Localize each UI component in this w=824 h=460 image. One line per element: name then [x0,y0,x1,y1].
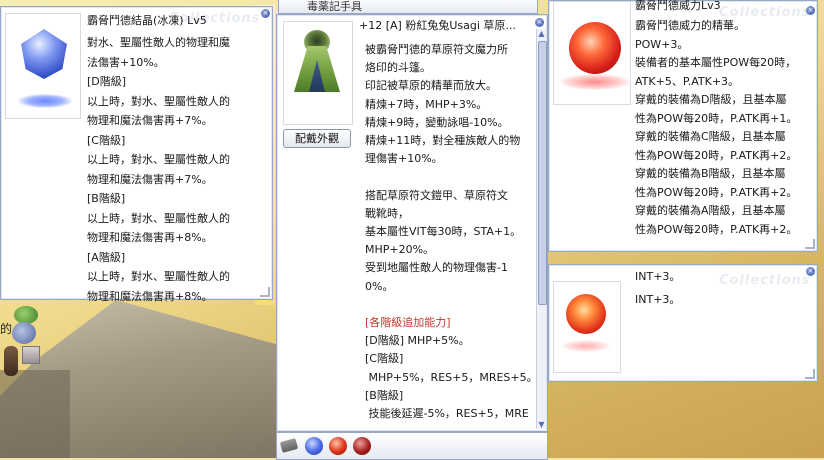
close-icon[interactable]: × [535,18,544,27]
npc-label: 的 [0,322,13,336]
item-title: 霸脅鬥德威力Lv3 [635,0,721,12]
description-line: 穿戴的裝備為D階級，且基本屬 [635,93,787,106]
red-orb-slot-icon[interactable] [329,437,347,455]
item-image-frame [5,13,81,119]
item-title: 霸脅鬥德結晶(冰凍) Lv5 [87,14,207,27]
top-window-strip: 毒薬記手具 [278,0,538,14]
npc-figure [4,346,18,376]
description-line: 0%。 [365,279,394,293]
description-line: 技能後延遲-5%，RES+5，MRE [365,407,529,420]
scroll-up-icon[interactable]: ▲ [537,29,546,38]
item-tooltip-crystal: Collections 霸脅鬥德結晶(冰凍) Lv5 對水、聖屬性敵人的物理和魔… [0,6,273,303]
close-icon[interactable]: × [806,267,815,276]
blue-crystal-icon [21,29,67,79]
description-line: [B階級] [87,192,126,205]
description-line: 法傷害+10%。 [87,55,165,69]
npc-characters[interactable] [0,300,44,380]
red-orb-icon [566,294,606,334]
description-line: 以上時，對水、聖屬性敵人的 [87,211,230,225]
red-crystal-icon [569,22,621,74]
description-line: 穿戴的裝備為C階級，且基本屬 [635,130,786,143]
description-line: 穿戴的裝備為A階級，且基本屬 [635,204,786,217]
resize-grip[interactable] [260,287,270,297]
description-line: 理傷害+10%。 [365,152,443,166]
description-line: INT+3。 [635,293,681,306]
description-line: 烙印的斗篷。 [365,61,431,75]
card-slot-icon[interactable] [279,438,299,453]
dark-red-orb-slot-icon[interactable] [353,437,371,455]
resize-grip[interactable] [805,239,815,249]
description-line: 物理和魔法傷害再+8%。 [87,231,213,244]
description-line: MHP+20%。 [365,243,435,257]
npc-emblem-icon [22,346,40,364]
description-line: 被霸脅鬥德的草原符文魔力所 [365,43,508,56]
description-line: ATK+5、P.ATK+3。 [635,74,740,88]
description-line: 裝備者的基本屬性POW每20時， [635,56,797,69]
item-title: +12 [A] 粉紅兔兔Usagi 草原... [359,19,516,32]
description-line: 以上時，對水、聖屬性敵人的 [87,94,230,108]
description-line: 受到地屬性敵人的物理傷害-1 [365,261,508,275]
item-image-frame [553,281,621,373]
description-line: 物理和魔法傷害再+8%。 [87,289,213,303]
description-line: 以上時，對水、聖屬性敵人的 [87,270,230,283]
item-tooltip-power: Collections 霸脅鬥德威力Lv3 霸脅鬥德威力的精華。 POW+3。 裝備… [548,0,818,252]
resize-grip[interactable] [805,369,815,379]
crystal-glow [18,94,72,108]
description-line: 搭配草原符文鎧甲、草原符文 [365,188,508,202]
description-line: [D階級] MHP+5%。 [365,334,470,348]
description-line: 精煉+7時，MHP+3%。 [365,97,488,111]
item-tooltip-cape: 配戴外觀 +12 [A] 粉紅兔兔Usagi 草原... 被霸脅鬥德的草原符文魔… [276,14,548,432]
terrain-shadow [0,370,70,458]
description-line: 以上時，對水、聖屬性敵人的 [87,153,230,166]
description-line: 戰靴時， [365,206,409,220]
watermark: Collections [719,273,811,288]
description-line: 物理和魔法傷害再+7%。 [87,172,213,186]
scroll-down-icon[interactable]: ▼ [537,420,546,429]
item-slot-bar [276,432,548,460]
description-line: 性為POW每20時，P.ATK再+1。 [635,111,798,125]
cape-icon [294,30,340,92]
blue-gem-slot-icon[interactable] [305,437,323,455]
description-line: 性為POW每20時，P.ATK再+2。 [635,222,798,236]
description-line: 穿戴的裝備為B階級，且基本屬 [635,167,786,180]
description-line: 精煉+9時，變動詠唱-10%。 [365,115,509,129]
scroll-thumb[interactable] [538,41,547,305]
item-tooltip-int: Collections INT+3。 INT+3。 × [548,264,818,382]
close-icon[interactable]: × [261,9,270,18]
description-line: [C階級] [365,352,404,366]
orb-glow [562,340,610,352]
description-line: [C階級] [87,133,126,147]
description-line: 對水、聖屬性敵人的物理和魔 [87,36,230,49]
crystal-glow [560,74,630,90]
description-line: [A階級] [87,250,126,264]
close-icon[interactable]: × [806,6,815,15]
description-line: 霸脅鬥德威力的精華。 [635,19,745,32]
npc-blue-icon [12,322,36,344]
description-line: 物理和魔法傷害再+7%。 [87,114,213,127]
item-title: INT+3。 [635,270,681,283]
appearance-button[interactable]: 配戴外觀 [283,129,351,148]
description-line: POW+3。 [635,37,689,51]
item-image-frame [553,1,631,105]
description-line: 基本屬性VIT每30時，STA+1。 [365,225,522,238]
description-line: [B階級] [365,388,404,402]
item-image-frame [283,21,353,125]
description-line: 性為POW每20時，P.ATK再+2。 [635,185,798,199]
description-line: [各階級追加能力] [365,316,451,329]
description-line: 精煉+11時，對全種族敵人的物 [365,134,521,147]
description-line: 印記被草原的精華而放大。 [365,79,497,93]
description-line: [D階級] [87,75,127,88]
description-line: MHP+5%，RES+5，MRES+5。 [365,370,538,384]
description-line: 性為POW每20時，P.ATK再+2。 [635,148,798,162]
description-scrollbar[interactable]: ▲ ▼ [536,29,547,429]
